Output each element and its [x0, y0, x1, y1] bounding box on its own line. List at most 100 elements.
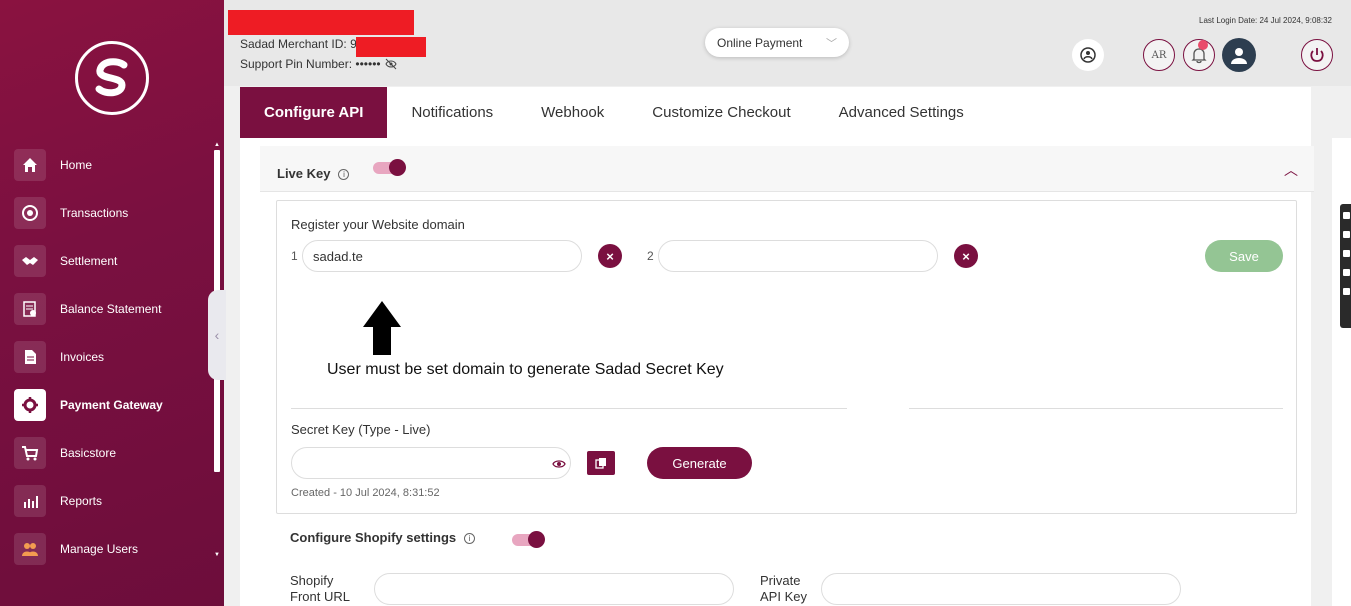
redacted-merchant-name: [228, 10, 414, 35]
sidebar-collapse-button[interactable]: ‹: [208, 290, 226, 380]
clear-domain-1-button[interactable]: ×: [598, 244, 622, 268]
sidebar-item-label: Invoices: [60, 350, 105, 364]
sidebar-item-invoices[interactable]: Invoices: [14, 333, 214, 381]
shopify-front-url-label-line1: Shopify: [290, 573, 334, 588]
domain-input-1[interactable]: sadad.te: [302, 240, 582, 272]
sidebar-item-label: Basicstore: [60, 446, 117, 460]
language-button[interactable]: AR: [1143, 39, 1175, 71]
gear-icon[interactable]: [1343, 288, 1350, 295]
chevron-left-icon: ‹: [214, 327, 220, 343]
live-key-label: Live Key: [277, 166, 331, 181]
close-icon: ×: [962, 248, 970, 264]
toggle-knob: [389, 159, 406, 176]
clear-domain-2-button[interactable]: ×: [954, 244, 978, 268]
sidebar-item-label: Manage Users: [60, 542, 139, 556]
eye-off-icon[interactable]: [385, 58, 397, 70]
tab-customize-checkout[interactable]: Customize Checkout: [628, 87, 814, 138]
shopify-front-url-input[interactable]: [374, 573, 734, 605]
register-domain-label: Register your Website domain: [291, 217, 465, 232]
close-icon: ×: [606, 248, 614, 264]
sidebar-item-label: Payment Gateway: [60, 398, 163, 412]
secret-key-label: Secret Key (Type - Live): [291, 422, 431, 437]
save-button[interactable]: Save: [1205, 240, 1283, 272]
generate-button[interactable]: Generate: [647, 447, 752, 479]
sidebar-item-reports[interactable]: Reports: [14, 477, 214, 525]
users-icon: [14, 533, 46, 565]
secret-key-field[interactable]: [291, 447, 571, 479]
power-icon: [1310, 48, 1324, 62]
domain-number-1: 1: [291, 249, 298, 263]
switch-account-button[interactable]: [1072, 39, 1104, 71]
private-api-key-input[interactable]: [821, 573, 1181, 605]
sidebar-item-transactions[interactable]: Transactions: [14, 189, 214, 237]
support-pin-label: Support Pin Number: ••••••: [240, 57, 381, 71]
floating-toolbar[interactable]: [1340, 204, 1351, 328]
last-login-date: Last Login Date: 24 Jul 2024, 9:08:32: [1199, 16, 1332, 25]
tab-advanced-settings[interactable]: Advanced Settings: [815, 87, 988, 138]
sidebar: Home Transactions Settlement Balance Sta…: [0, 0, 224, 606]
domain-input-2[interactable]: [658, 240, 938, 272]
settings-tabs: Configure API Notifications Webhook Cust…: [240, 87, 1311, 138]
sidebar-scroll-down[interactable]: ▼: [214, 552, 220, 558]
tab-notifications[interactable]: Notifications: [387, 87, 517, 138]
invoice-icon: [14, 341, 46, 373]
sidebar-item-label: Transactions: [60, 206, 129, 220]
sidebar-item-home[interactable]: Home: [14, 141, 214, 189]
live-key-toggle[interactable]: [373, 159, 406, 176]
live-key-title: Live Key i: [277, 166, 350, 181]
shopify-settings-title: Configure Shopify settings i: [290, 530, 476, 545]
eye-icon[interactable]: [552, 457, 566, 471]
refresh-user-icon: [1080, 47, 1096, 63]
copy-button[interactable]: [587, 451, 615, 475]
shopify-settings-label: Configure Shopify settings: [290, 530, 457, 545]
live-key-header[interactable]: Live Key i ︿: [260, 146, 1314, 192]
main-content: Live Key i ︿ Register your Website domain…: [240, 138, 1314, 606]
avatar[interactable]: [1222, 38, 1256, 72]
handshake-icon: [14, 245, 46, 277]
redacted-merchant-id: [356, 37, 426, 57]
sidebar-item-payment-gateway[interactable]: Payment Gateway: [14, 381, 214, 429]
chevron-down-icon: ﹀: [826, 38, 837, 50]
payment-type-value: Online Payment: [717, 35, 803, 50]
domain-input-1-value: sadad.te: [313, 248, 363, 264]
private-api-key-label: Private API Key: [760, 573, 807, 605]
transactions-icon: [14, 197, 46, 229]
info-icon[interactable]: i: [464, 533, 476, 545]
toggle-knob: [528, 531, 545, 548]
sidebar-item-manage-users[interactable]: Manage Users: [14, 525, 214, 573]
private-api-key-label-line2: API Key: [760, 589, 807, 604]
sidebar-item-basicstore[interactable]: Basicstore: [14, 429, 214, 477]
cart-icon: [14, 437, 46, 469]
header: Sadad Merchant ID: 9 Support Pin Number:…: [224, 0, 1351, 86]
logout-button[interactable]: [1301, 39, 1333, 71]
sidebar-item-settlement[interactable]: Settlement: [14, 237, 214, 285]
sidebar-item-label: Reports: [60, 494, 103, 508]
domain-secret-panel: Register your Website domain 1 sadad.te …: [276, 200, 1297, 514]
payment-type-select[interactable]: Online Payment ﹀: [705, 28, 849, 57]
toolbar-icon[interactable]: [1343, 212, 1350, 219]
sidebar-scroll-up[interactable]: ▲: [214, 142, 220, 148]
tab-configure-api[interactable]: Configure API: [240, 87, 388, 138]
home-icon: [14, 149, 46, 181]
chevron-up-icon[interactable]: ︿: [1284, 160, 1298, 180]
tab-webhook[interactable]: Webhook: [517, 87, 628, 138]
sidebar-item-label: Home: [60, 158, 93, 172]
arrow-up-icon: [363, 301, 401, 355]
notification-badge: [1198, 40, 1208, 50]
shopify-front-url-label-line2: Front URL: [290, 589, 350, 604]
merchant-id: Sadad Merchant ID: 9: [240, 37, 357, 51]
info-icon[interactable]: i: [338, 169, 350, 181]
sidebar-item-balance-statement[interactable]: Balance Statement: [14, 285, 214, 333]
toolbar-icon[interactable]: [1343, 231, 1350, 238]
shopify-toggle[interactable]: [512, 531, 545, 548]
toolbar-icon[interactable]: [1343, 250, 1350, 257]
language-label: AR: [1151, 49, 1167, 61]
toolbar-icon[interactable]: [1343, 269, 1350, 276]
domain-number-2: 2: [647, 249, 654, 263]
sadad-logo[interactable]: [75, 41, 149, 115]
merchant-id-label: Sadad Merchant ID:: [240, 37, 351, 51]
sidebar-item-label: Settlement: [60, 254, 118, 268]
divider: [909, 408, 1283, 409]
divider: [291, 408, 847, 409]
copy-icon: [595, 458, 606, 469]
